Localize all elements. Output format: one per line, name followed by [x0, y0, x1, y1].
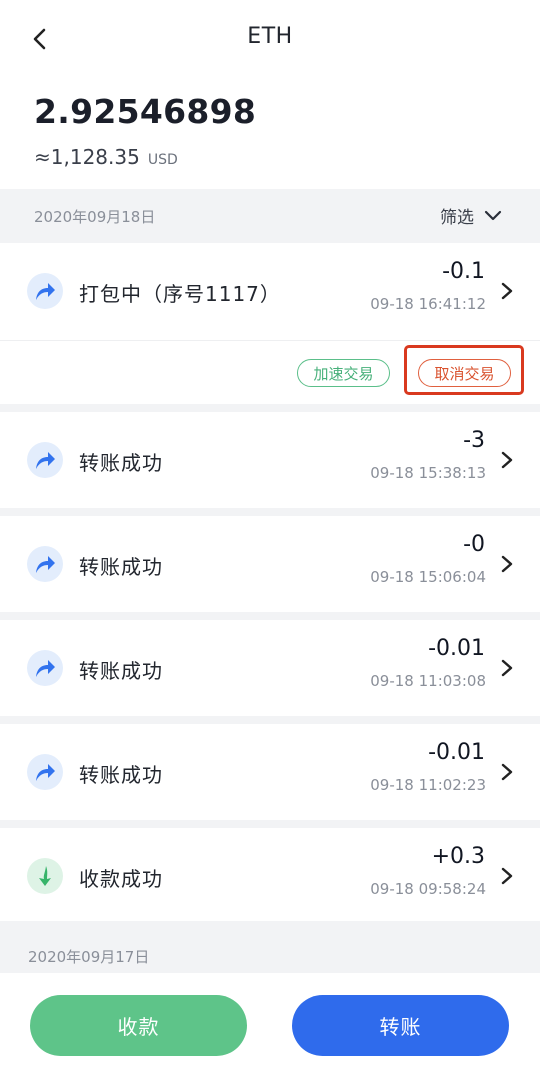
divider	[0, 508, 540, 516]
header: ETH	[0, 0, 540, 78]
divider	[0, 612, 540, 620]
highlight-box	[404, 345, 524, 395]
send-arrow-icon	[27, 442, 63, 478]
chevron-right-icon	[501, 659, 513, 677]
transaction-amount: -0.01	[428, 636, 485, 661]
transaction-status: 转账成功	[79, 763, 163, 787]
chevron-right-icon	[501, 763, 513, 781]
transaction-status: 转账成功	[79, 555, 163, 579]
date-group-header: 2020年09月17日	[0, 921, 540, 973]
transaction-time: 09-18 11:02:23	[370, 776, 486, 794]
transaction-amount: -0.01	[428, 740, 485, 765]
group-date: 2020年09月17日	[28, 948, 150, 966]
filter-button[interactable]: 筛选	[440, 203, 502, 228]
transaction-row[interactable]: 转账成功 -3 09-18 15:38:13	[0, 412, 540, 508]
transaction-time: 09-18 09:58:24	[370, 880, 486, 898]
transaction-status: 收款成功	[79, 867, 163, 891]
send-arrow-icon	[27, 650, 63, 686]
filter-label: 筛选	[440, 208, 474, 228]
bottom-action-bar: 收款 转账	[0, 973, 540, 1090]
chevron-right-icon	[501, 282, 513, 300]
receive-arrow-icon	[27, 858, 63, 894]
group-date: 2020年09月18日	[34, 208, 156, 226]
transaction-amount: -0	[463, 532, 485, 557]
send-button[interactable]: 转账	[292, 995, 509, 1056]
transaction-status: 转账成功	[79, 451, 163, 475]
transaction-amount: -3	[463, 428, 485, 453]
fiat-balance: ≈1,128.35 USD	[34, 145, 178, 169]
transaction-amount: +0.3	[431, 844, 485, 869]
balance-amount: 2.92546898	[34, 92, 257, 131]
send-arrow-icon	[27, 273, 63, 309]
transaction-row[interactable]: 打包中（序号1117） -0.1 09-18 16:41:12	[0, 243, 540, 339]
chevron-right-icon	[501, 451, 513, 469]
transaction-time: 09-18 15:06:04	[370, 568, 486, 586]
chevron-right-icon	[501, 867, 513, 885]
divider	[0, 820, 540, 828]
divider	[0, 716, 540, 724]
page-title: ETH	[247, 24, 293, 49]
chevron-down-icon	[484, 210, 502, 220]
divider	[0, 404, 540, 412]
transaction-time: 09-18 11:03:08	[370, 672, 486, 690]
transaction-status: 转账成功	[79, 659, 163, 683]
chevron-right-icon	[501, 555, 513, 573]
transaction-time: 09-18 15:38:13	[370, 464, 486, 482]
speed-up-button[interactable]: 加速交易	[297, 359, 390, 387]
transaction-row[interactable]: 转账成功 -0 09-18 15:06:04	[0, 516, 540, 612]
fiat-value: ≈1,128.35	[34, 145, 140, 169]
transaction-amount: -0.1	[442, 259, 485, 284]
transaction-row[interactable]: 收款成功 +0.3 09-18 09:58:24	[0, 828, 540, 924]
receive-button[interactable]: 收款	[30, 995, 247, 1056]
send-arrow-icon	[27, 754, 63, 790]
transaction-status: 打包中（序号1117）	[79, 282, 281, 306]
fiat-unit: USD	[147, 152, 178, 168]
send-arrow-icon	[27, 546, 63, 582]
transaction-row[interactable]: 转账成功 -0.01 09-18 11:02:23	[0, 724, 540, 820]
date-group-header: 2020年09月18日 筛选	[0, 189, 540, 243]
transaction-time: 09-18 16:41:12	[370, 295, 486, 313]
transaction-row[interactable]: 转账成功 -0.01 09-18 11:03:08	[0, 620, 540, 716]
